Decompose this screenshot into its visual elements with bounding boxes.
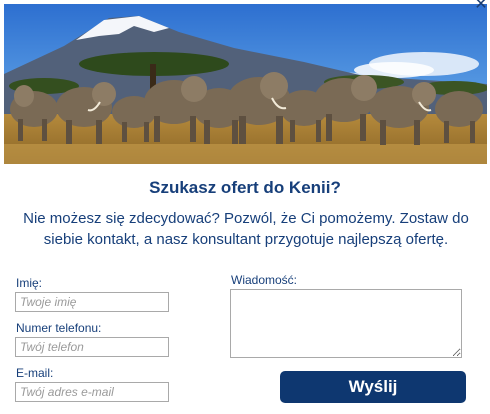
phone-label: Numer telefonu:	[16, 321, 102, 335]
message-textarea[interactable]	[230, 289, 462, 358]
phone-input[interactable]	[15, 337, 169, 357]
safari-elephants-image	[4, 4, 487, 164]
page-title: Szukasz ofert do Kenii?	[149, 178, 341, 197]
intro-text: Nie możesz się zdecydować? Pozwól, że Ci…	[23, 210, 469, 248]
close-icon: ✕	[474, 0, 488, 13]
name-label: Imię:	[16, 276, 43, 290]
name-input[interactable]	[15, 292, 169, 312]
submit-button[interactable]: Wyślij	[280, 371, 466, 403]
email-label: E-mail:	[16, 366, 54, 380]
message-label: Wiadomość:	[231, 273, 298, 287]
email-input[interactable]	[15, 382, 169, 402]
close-button[interactable]: ✕	[472, 0, 490, 14]
hero-image	[4, 4, 487, 164]
